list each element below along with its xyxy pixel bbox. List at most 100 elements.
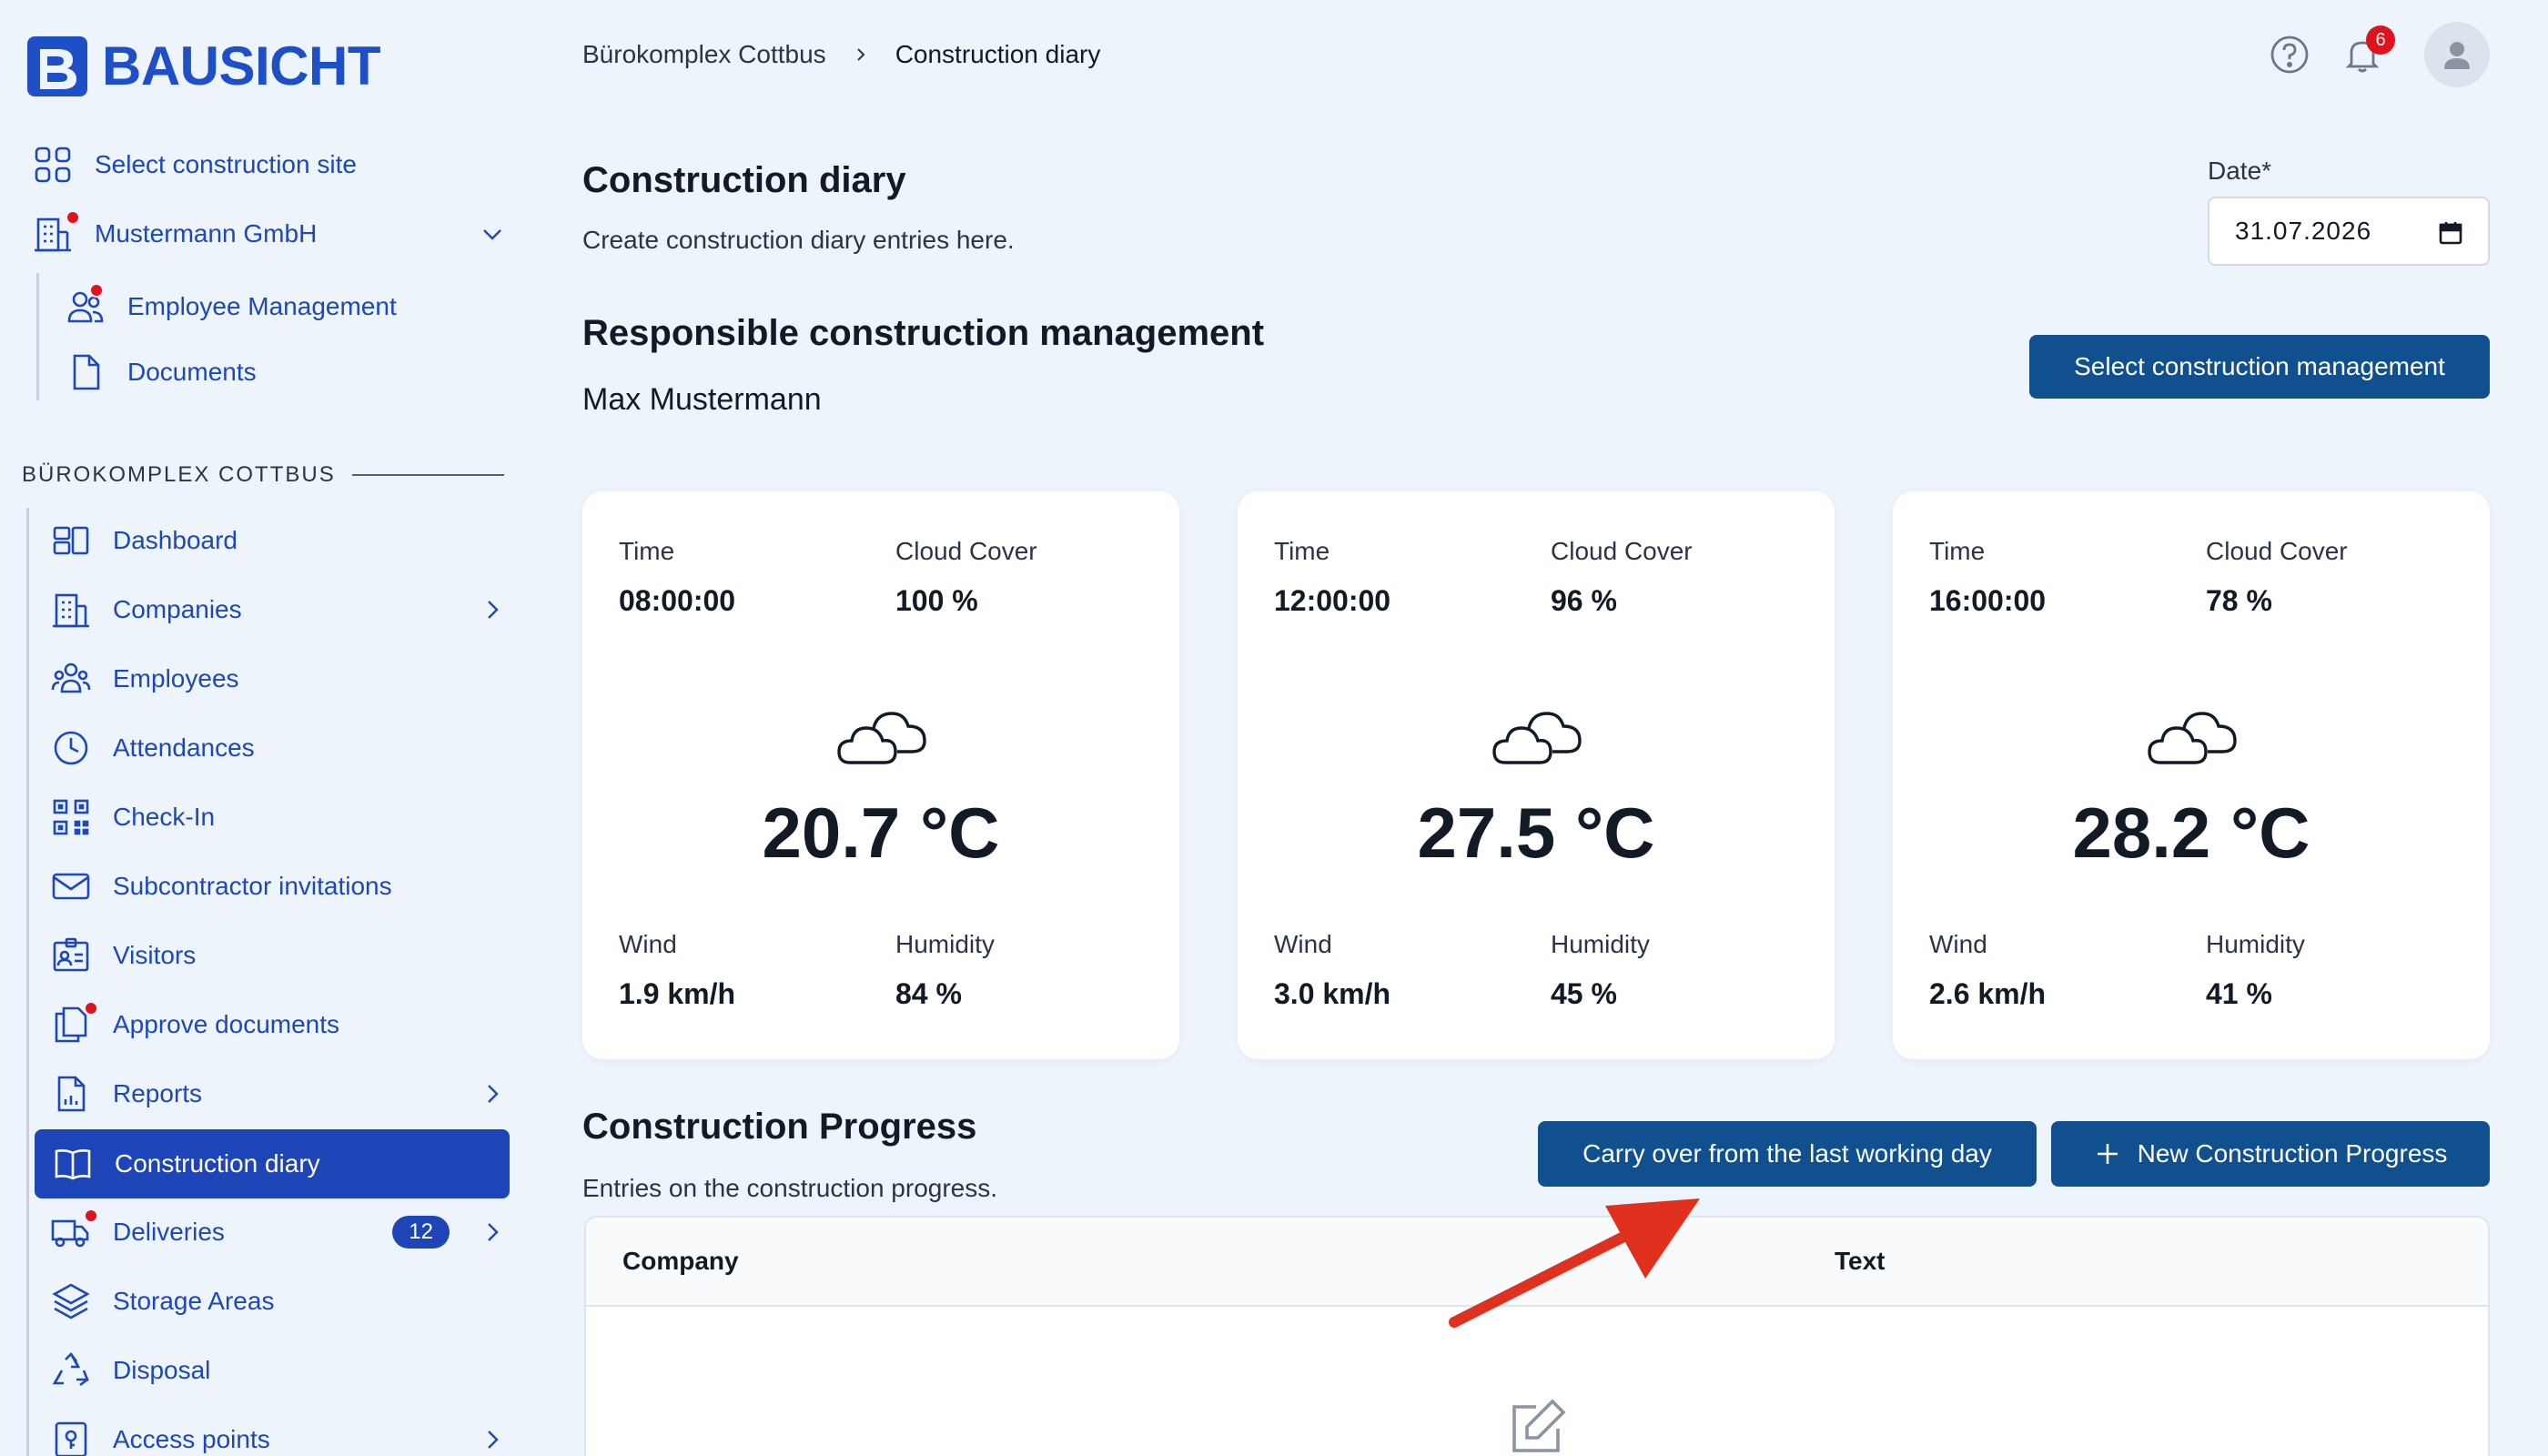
building-icon xyxy=(33,210,80,254)
sidebar-item-construction-diary[interactable]: Construction diary xyxy=(35,1129,510,1198)
sidebar: BAUSICHT Select construction site Muster… xyxy=(0,0,546,1456)
tree-connector xyxy=(36,273,39,400)
help-button[interactable] xyxy=(2266,31,2313,78)
breadcrumb: Bürokomplex Cottbus Construction diary xyxy=(582,40,1100,69)
sidebar-item-label: Construction diary xyxy=(115,1149,320,1178)
sidebar-item-label: Attendances xyxy=(113,733,255,762)
alert-dot xyxy=(89,283,104,298)
sidebar-item-label: Mustermann GmbH xyxy=(95,219,318,248)
employees-icon xyxy=(51,659,91,699)
breadcrumb-item[interactable]: Bürokomplex Cottbus xyxy=(582,40,826,69)
notifications-button[interactable]: 6 xyxy=(2339,25,2395,78)
plus-icon xyxy=(2097,1144,2118,1164)
header-actions: 6 xyxy=(2266,22,2490,87)
new-construction-progress-button[interactable]: New Construction Progress xyxy=(2051,1121,2490,1187)
sidebar-item-label: Disposal xyxy=(113,1356,211,1384)
weather-card: Time Cloud Cover 16:00:00 78 % 28.2 °C W… xyxy=(1893,491,2490,1059)
sidebar-item-reports[interactable]: Reports xyxy=(51,1062,510,1126)
sidebar-item-label: Visitors xyxy=(113,941,197,969)
alert-dot xyxy=(84,1208,98,1223)
sidebar-item-disposal[interactable]: Disposal xyxy=(51,1339,510,1402)
sidebar-item-label: Dashboard xyxy=(113,526,238,554)
edit-icon xyxy=(1512,1399,1566,1452)
sidebar-item-label: Companies xyxy=(113,595,242,623)
time-label: Time xyxy=(619,537,675,565)
dashboard-icon xyxy=(51,521,91,561)
help-icon xyxy=(2270,35,2309,74)
report-icon xyxy=(51,1074,91,1114)
logo-icon xyxy=(27,35,87,96)
sidebar-item-label: Subcontractor invitations xyxy=(113,872,392,900)
user-avatar[interactable] xyxy=(2424,22,2490,87)
wind-label: Wind xyxy=(619,930,677,958)
column-header-company[interactable]: Company xyxy=(622,1247,739,1276)
date-input[interactable]: 31.07.2026 xyxy=(2208,197,2490,266)
book-icon xyxy=(53,1144,93,1184)
page-title: Construction diary xyxy=(582,160,906,200)
sidebar-item-check-in[interactable]: Check-In xyxy=(51,785,510,849)
sidebar-item-company[interactable]: Mustermann GmbH xyxy=(33,202,506,266)
wind-value: 1.9 km/h xyxy=(619,977,736,1010)
humidity-value: 45 % xyxy=(1551,977,1617,1010)
time-value: 16:00:00 xyxy=(1929,584,2047,617)
chevron-right-icon[interactable] xyxy=(479,596,506,623)
sidebar-item-label: Access points xyxy=(113,1425,270,1453)
carry-over-button[interactable]: Carry over from the last working day xyxy=(1538,1121,2037,1187)
id-card-icon xyxy=(51,935,91,976)
wind-value: 3.0 km/h xyxy=(1274,977,1391,1010)
section-divider xyxy=(351,474,504,476)
sidebar-item-select-site[interactable]: Select construction site xyxy=(33,133,506,197)
time-label: Time xyxy=(1274,537,1330,565)
page-subtitle: Create construction diary entries here. xyxy=(582,226,1015,254)
chevron-right-icon xyxy=(856,48,865,61)
chevron-right-icon[interactable] xyxy=(479,1080,506,1107)
sidebar-item-subcontractor-invitations[interactable]: Subcontractor invitations xyxy=(51,854,510,918)
cloud-cover-value: 100 % xyxy=(895,584,978,617)
sidebar-item-approve-documents[interactable]: Approve documents xyxy=(51,993,510,1057)
date-label: Date* xyxy=(2208,157,2272,185)
app-logo[interactable]: BAUSICHT xyxy=(27,35,381,97)
sidebar-item-companies[interactable]: Companies xyxy=(51,578,510,642)
companies-icon xyxy=(51,590,91,630)
wind-value: 2.6 km/h xyxy=(1929,977,2047,1010)
progress-subtitle: Entries on the construction progress. xyxy=(582,1174,998,1202)
sidebar-item-access-points[interactable]: Access points xyxy=(51,1408,510,1456)
time-value: 08:00:00 xyxy=(619,584,736,617)
alert-dot xyxy=(84,1001,98,1016)
column-header-text[interactable]: Text xyxy=(1835,1247,1886,1276)
recycle-icon xyxy=(51,1350,91,1390)
truck-icon xyxy=(51,1208,98,1252)
chevron-right-icon[interactable] xyxy=(479,1426,506,1453)
grid-icon xyxy=(33,145,73,185)
chevron-right-icon[interactable] xyxy=(479,1218,506,1246)
sidebar-item-attendances[interactable]: Attendances xyxy=(51,716,510,780)
sidebar-item-documents[interactable]: Documents xyxy=(66,340,493,404)
breadcrumb-current: Construction diary xyxy=(895,40,1101,68)
cloud-cover-label: Cloud Cover xyxy=(1551,537,1693,565)
qr-code-icon xyxy=(51,797,91,837)
chevron-down-icon[interactable] xyxy=(479,220,506,248)
alert-dot xyxy=(66,210,80,225)
calendar-icon[interactable] xyxy=(2437,219,2464,247)
cloud-icon xyxy=(1492,712,1582,764)
sidebar-item-employees[interactable]: Employees xyxy=(51,647,510,711)
sidebar-item-employee-management[interactable]: Employee Management xyxy=(66,275,493,339)
sidebar-item-label: Reports xyxy=(113,1079,203,1107)
cloud-icon xyxy=(837,712,926,764)
sidebar-item-deliveries[interactable]: Deliveries 12 xyxy=(51,1200,510,1264)
humidity-label: Humidity xyxy=(1551,930,1650,958)
access-icon xyxy=(51,1420,91,1456)
sidebar-item-label: Documents xyxy=(127,358,257,386)
clock-icon xyxy=(51,728,91,768)
sidebar-item-dashboard[interactable]: Dashboard xyxy=(51,509,510,572)
humidity-label: Humidity xyxy=(895,930,995,958)
sidebar-item-label: Deliveries xyxy=(113,1218,225,1246)
sidebar-item-storage-areas[interactable]: Storage Areas xyxy=(51,1269,510,1333)
progress-title: Construction Progress xyxy=(582,1107,977,1147)
management-title: Responsible construction management xyxy=(582,313,1265,353)
envelope-icon xyxy=(51,866,91,906)
sidebar-item-visitors[interactable]: Visitors xyxy=(51,924,510,987)
temperature-value: 28.2 °C xyxy=(2072,793,2310,873)
time-value: 12:00:00 xyxy=(1274,584,1391,617)
select-management-button[interactable]: Select construction management xyxy=(2029,335,2490,399)
